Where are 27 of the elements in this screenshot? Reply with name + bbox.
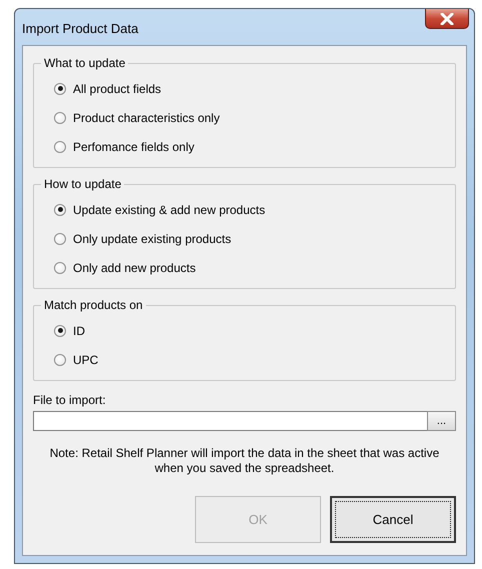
radio-label[interactable]: Only add new products	[73, 260, 196, 274]
browse-button[interactable]: ...	[427, 411, 456, 431]
radio-button[interactable]	[54, 82, 66, 94]
note-text: Note: Retail Shelf Planner will import the data in the sheet that was active when you saved the spreadsheet.	[48, 446, 440, 476]
radio-label[interactable]: UPC	[73, 352, 98, 366]
group-label: How to update	[43, 177, 122, 191]
radio-label[interactable]: Perfomance fields only	[73, 140, 194, 154]
radio-label[interactable]: Product characteristics only	[73, 110, 220, 124]
file-path-field[interactable]	[33, 411, 427, 431]
radio-button[interactable]	[54, 262, 66, 274]
radio-button[interactable]	[54, 112, 66, 124]
radio-button[interactable]	[54, 354, 66, 366]
radio-label[interactable]: All product fields	[73, 82, 162, 96]
radio-label[interactable]: Update existing & add new products	[73, 202, 266, 216]
radio-button[interactable]	[54, 232, 66, 244]
radio-button[interactable]	[54, 204, 66, 216]
group-label: What to update	[43, 56, 126, 70]
group-label: Match products on	[43, 298, 144, 312]
close-button[interactable]	[425, 9, 469, 29]
close-icon	[440, 12, 454, 24]
radio-label[interactable]: ID	[73, 324, 85, 338]
field-label: File to import:	[33, 393, 107, 407]
window-title: Import Product Data	[22, 20, 138, 36]
radio-label[interactable]: Only update existing products	[73, 232, 232, 246]
dialog-button[interactable]: Cancel	[330, 496, 456, 543]
radio-button[interactable]	[54, 140, 66, 152]
radio-button[interactable]	[54, 324, 66, 336]
